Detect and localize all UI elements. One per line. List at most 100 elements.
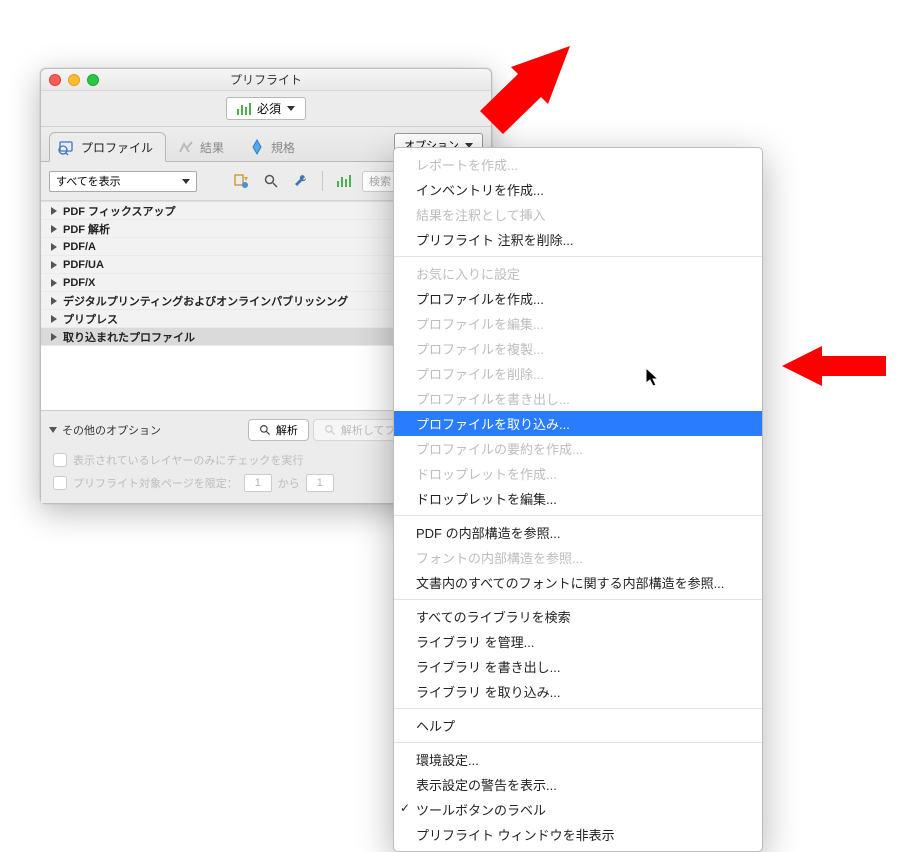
disclosure-triangle-icon: [51, 207, 57, 215]
menu-item: 結果を注釈として挿入: [394, 202, 762, 227]
menu-item: プロファイルの要約を作成...: [394, 436, 762, 461]
menu-item: ドロップレットを作成...: [394, 461, 762, 486]
window-title: プリフライト: [41, 71, 491, 88]
menu-item[interactable]: ドロップレットを編集...: [394, 486, 762, 511]
magnifier-wrench-icon: [324, 424, 337, 437]
menu-item[interactable]: ヘルプ: [394, 713, 762, 738]
profile-icon: [58, 138, 76, 156]
menu-item: プロファイルを書き出し...: [394, 386, 762, 411]
severity-bars-icon: [237, 103, 251, 115]
menu-item-label: プロファイルを編集...: [416, 317, 544, 332]
menu-item-label: プリフライト ウィンドウを非表示: [416, 828, 615, 843]
menu-item-label: お気に入りに設定: [416, 267, 520, 282]
page-to-connector: から: [278, 475, 300, 491]
tree-label: 取り込まれたプロファイル: [63, 329, 195, 345]
menu-separator: [394, 515, 762, 516]
menu-item-label: プロファイルを取り込み...: [416, 417, 570, 432]
menu-item: レポートを作成...: [394, 152, 762, 177]
menu-item-label: プロファイルの要約を作成...: [416, 442, 583, 457]
layer-check-label: 表示されているレイヤーのみにチェックを実行: [73, 452, 303, 468]
standards-icon: [248, 138, 266, 156]
menu-item-label: すべてのライブラリを検索: [416, 610, 571, 625]
menu-item[interactable]: PDF の内部構造を参照...: [394, 520, 762, 545]
severity-dropdown[interactable]: 必須: [226, 97, 306, 120]
divider: [322, 171, 323, 191]
disclosure-triangle-icon: [51, 279, 57, 287]
menu-item[interactable]: 文書内のすべてのフォントに関する内部構造を参照...: [394, 570, 762, 595]
bars-icon: [337, 175, 351, 187]
tree-label: PDF/UA: [63, 259, 104, 271]
menu-item-label: インベントリを作成...: [416, 183, 544, 198]
tab-results-label: 結果: [200, 139, 224, 156]
menu-item[interactable]: ✓ツールボタンのラベル: [394, 797, 762, 822]
zoom-window-button[interactable]: [87, 74, 99, 86]
menu-separator: [394, 599, 762, 600]
menu-item-label: ライブラリ を管理...: [416, 635, 534, 650]
tree-label: プリプレス: [63, 311, 118, 327]
close-window-button[interactable]: [49, 74, 61, 86]
menu-item-label: プロファイルを作成...: [416, 292, 544, 307]
favorites-icon-button[interactable]: [229, 170, 253, 192]
menu-item-label: 結果を注釈として挿入: [416, 208, 546, 223]
menu-item[interactable]: ライブラリ を書き出し...: [394, 654, 762, 679]
menu-item-label: ヘルプ: [416, 719, 455, 734]
tree-label: PDF フィックスアップ: [63, 203, 176, 219]
disclosure-triangle-icon: [51, 297, 57, 305]
layer-checkbox[interactable]: [53, 453, 67, 467]
menu-item[interactable]: プロファイルを作成...: [394, 286, 762, 311]
analyze-label: 解析: [276, 422, 298, 438]
disclosure-triangle-icon: [51, 333, 57, 341]
tab-results[interactable]: 結果: [168, 132, 237, 162]
cursor-icon: [646, 368, 662, 388]
other-options-toggle[interactable]: その他のオプション: [49, 422, 161, 438]
tree-label: デジタルプリンティングおよびオンラインパブリッシング: [63, 293, 348, 309]
menu-item-label: プロファイルを書き出し...: [416, 392, 570, 407]
options-dropdown-menu: レポートを作成... インベントリを作成... 結果を注釈として挿入プリフライト 注…: [393, 147, 763, 852]
annotation-arrow-right: [782, 338, 892, 394]
menu-item-label: ライブラリ を取り込み...: [416, 685, 560, 700]
menu-item-label: PDF の内部構造を参照...: [416, 526, 560, 541]
analyze-button[interactable]: 解析: [248, 419, 309, 441]
tree-label: PDF/X: [63, 277, 95, 289]
magnifier-icon: [259, 424, 272, 437]
menu-item[interactable]: ライブラリ を取り込み...: [394, 679, 762, 704]
results-icon: [177, 138, 195, 156]
page-from-input[interactable]: 1: [244, 474, 272, 492]
menu-item[interactable]: ライブラリ を管理...: [394, 629, 762, 654]
search-icon-button[interactable]: [259, 170, 283, 192]
menu-item[interactable]: 表示設定の警告を表示...: [394, 772, 762, 797]
chevron-down-icon: [182, 179, 190, 184]
menu-item-label: ドロップレットを作成...: [416, 467, 557, 482]
menu-item[interactable]: インベントリを作成...: [394, 177, 762, 202]
menu-item: プロファイルを複製...: [394, 336, 762, 361]
severity-label: 必須: [257, 100, 281, 117]
menu-item-label: フォントの内部構造を参照...: [416, 551, 583, 566]
menu-item-label: ライブラリ を書き出し...: [416, 660, 560, 675]
menu-item: お気に入りに設定: [394, 261, 762, 286]
page-limit-checkbox[interactable]: [53, 476, 67, 490]
disclosure-triangle-icon: [51, 315, 57, 323]
menu-item[interactable]: プリフライト 注釈を削除...: [394, 227, 762, 252]
menu-item-label: プロファイルを複製...: [416, 342, 544, 357]
menu-item-label: ドロップレットを編集...: [416, 492, 557, 507]
menu-item: プロファイルを削除...: [394, 361, 762, 386]
menu-item-label: 環境設定...: [416, 753, 479, 768]
menu-item[interactable]: プリフライト ウィンドウを非表示: [394, 822, 762, 847]
menu-separator: [394, 256, 762, 257]
minimize-window-button[interactable]: [68, 74, 80, 86]
disclosure-triangle-icon: [51, 225, 57, 233]
menu-item[interactable]: すべてのライブラリを検索: [394, 604, 762, 629]
chevron-down-icon: [287, 106, 295, 111]
wrench-icon-button[interactable]: [289, 170, 313, 192]
chart-icon-button[interactable]: [332, 170, 356, 192]
tab-standards[interactable]: 規格: [239, 132, 308, 162]
tab-profile[interactable]: プロファイル: [49, 132, 166, 162]
view-filter-dropdown[interactable]: すべてを表示: [49, 171, 197, 192]
menu-item-label: プリフライト 注釈を削除...: [416, 233, 573, 248]
menu-item-label: 表示設定の警告を表示...: [416, 778, 557, 793]
menu-item-label: プロファイルを削除...: [416, 367, 544, 382]
page-limit-label: プリフライト対象ページを限定：: [73, 475, 238, 491]
menu-item[interactable]: プロファイルを取り込み...: [394, 411, 762, 436]
page-to-input[interactable]: 1: [306, 474, 334, 492]
disclosure-triangle-icon: [51, 243, 57, 251]
